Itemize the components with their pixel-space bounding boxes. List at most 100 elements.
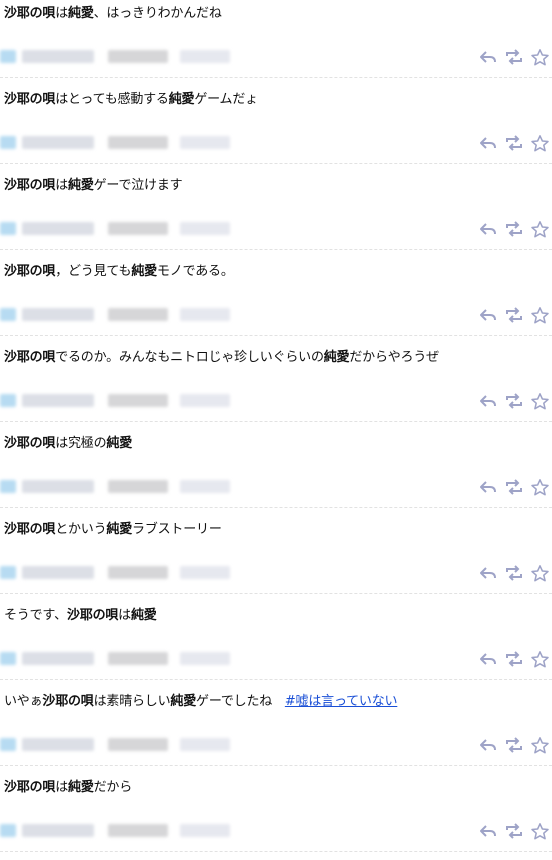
tweet-text: 沙耶の唄とかいう純愛ラブストーリー (4, 520, 222, 540)
tweet-text-segment: ラブストーリー (132, 522, 222, 537)
tweet-actions (478, 306, 550, 324)
tweet-divider (0, 851, 552, 852)
tweet-text: 沙耶の唄はとっても感動する純愛ゲームだょ (4, 90, 258, 110)
redacted-handle (108, 50, 168, 63)
star-icon[interactable] (530, 134, 550, 152)
tweet-meta-redacted (0, 130, 330, 156)
tweet-divider (0, 421, 552, 422)
star-icon[interactable] (530, 392, 550, 410)
highlighted-keyword: 純愛 (68, 780, 94, 795)
tweet-meta-redacted (0, 388, 330, 414)
star-icon[interactable] (530, 220, 550, 238)
highlighted-keyword: 純愛 (131, 264, 157, 279)
tweet-actions (478, 564, 550, 582)
tweet-divider (0, 163, 552, 164)
tweet-text-segment: そうです、 (4, 608, 67, 623)
highlighted-keyword: 沙耶の唄 (4, 780, 56, 795)
redacted-handle (108, 480, 168, 493)
reply-icon[interactable] (478, 220, 498, 238)
highlighted-keyword: 純愛 (68, 178, 94, 193)
retweet-icon[interactable] (504, 48, 524, 66)
avatar (0, 652, 16, 665)
tweet-item: 沙耶の唄とかいう純愛ラブストーリー (0, 516, 552, 602)
redacted-username (22, 480, 94, 493)
tweet-text-segment: は (55, 6, 69, 21)
avatar (0, 480, 16, 493)
tweet-item: 沙耶の唄は究極の純愛 (0, 430, 552, 516)
tweet-item: 沙耶の唄は純愛、はっきりわかんだね (0, 0, 552, 86)
redacted-timestamp (180, 738, 230, 751)
star-icon[interactable] (530, 736, 550, 754)
tweet-divider (0, 335, 552, 336)
highlighted-keyword: 沙耶の唄 (4, 92, 56, 107)
star-icon[interactable] (530, 564, 550, 582)
redacted-timestamp (180, 136, 230, 149)
redacted-handle (108, 136, 168, 149)
tweet-text: 沙耶の唄は純愛、はっきりわかんだね (4, 4, 222, 24)
tweet-meta-redacted (0, 44, 330, 70)
reply-icon[interactable] (478, 134, 498, 152)
tweet-text-segment: 、はっきりわかんだね (93, 6, 222, 21)
retweet-icon[interactable] (504, 392, 524, 410)
redacted-handle (108, 824, 168, 837)
highlighted-keyword: 純愛 (106, 436, 133, 451)
reply-icon[interactable] (478, 478, 498, 496)
retweet-icon[interactable] (504, 478, 524, 496)
retweet-icon[interactable] (504, 736, 524, 754)
tweet-divider (0, 507, 552, 508)
highlighted-keyword: 純愛 (106, 522, 133, 537)
retweet-icon[interactable] (504, 822, 524, 840)
star-icon[interactable] (530, 306, 550, 324)
tweet-item: 沙耶の唄は純愛だから (0, 774, 552, 860)
tweet-actions (478, 134, 550, 152)
redacted-timestamp (180, 222, 230, 235)
tweet-actions (478, 822, 550, 840)
tweet-meta-redacted (0, 646, 330, 672)
star-icon[interactable] (530, 48, 550, 66)
star-icon[interactable] (530, 478, 550, 496)
tweet-text-segment: ，どう見ても (55, 264, 132, 279)
highlighted-keyword: 沙耶の唄 (66, 608, 119, 623)
tweet-meta-redacted (0, 474, 330, 500)
redacted-username (22, 308, 94, 321)
hashtag-link[interactable]: #嘘は言っていない (285, 694, 398, 709)
reply-icon[interactable] (478, 822, 498, 840)
retweet-icon[interactable] (504, 134, 524, 152)
retweet-icon[interactable] (504, 306, 524, 324)
reply-icon[interactable] (478, 650, 498, 668)
tweet-meta-redacted (0, 302, 330, 328)
avatar (0, 136, 16, 149)
reply-icon[interactable] (478, 48, 498, 66)
tweet-actions (478, 736, 550, 754)
tweet-text-segment: はとっても感動する (55, 92, 169, 107)
reply-icon[interactable] (478, 736, 498, 754)
tweet-text: 沙耶の唄は純愛だから (4, 778, 132, 798)
star-icon[interactable] (530, 822, 550, 840)
avatar (0, 50, 16, 63)
star-icon[interactable] (530, 650, 550, 668)
avatar (0, 394, 16, 407)
tweet-actions (478, 392, 550, 410)
redacted-handle (108, 308, 168, 321)
tweet-item: 沙耶の唄は純愛ゲーで泣けます (0, 172, 552, 258)
tweet-divider (0, 679, 552, 680)
reply-icon[interactable] (478, 564, 498, 582)
reply-icon[interactable] (478, 392, 498, 410)
redacted-timestamp (180, 308, 230, 321)
retweet-icon[interactable] (504, 650, 524, 668)
redacted-timestamp (180, 566, 230, 579)
tweet-actions (478, 478, 550, 496)
tweet-text: そうです、沙耶の唄は純愛 (4, 606, 157, 626)
tweet-item: 沙耶の唄はとっても感動する純愛ゲームだょ (0, 86, 552, 172)
tweet-text: 沙耶の唄は究極の純愛 (4, 434, 132, 454)
tweet-item: 沙耶の唄，どう見ても純愛モノである。 (0, 258, 552, 344)
reply-icon[interactable] (478, 306, 498, 324)
redacted-handle (108, 738, 168, 751)
tweet-text-segment: でるのか。みんなもニトロじゃ珍しいぐらいの (55, 350, 324, 365)
avatar (0, 308, 16, 321)
tweet-text-segment: は究極の (55, 436, 107, 451)
tweet-text-segment: は (55, 178, 69, 193)
retweet-icon[interactable] (504, 564, 524, 582)
redacted-timestamp (180, 394, 230, 407)
retweet-icon[interactable] (504, 220, 524, 238)
